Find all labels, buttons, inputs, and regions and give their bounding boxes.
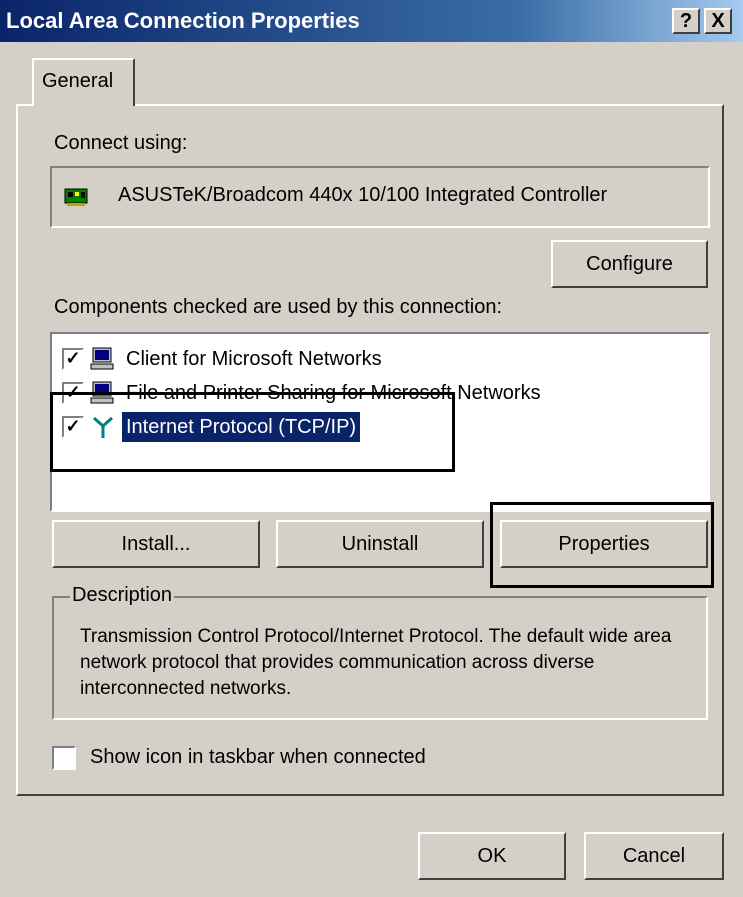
file-printer-label: File and Printer Sharing for Microsoft N… — [126, 382, 541, 404]
window-title: Local Area Connection Properties — [6, 8, 360, 33]
close-button[interactable]: X — [704, 8, 732, 34]
description-text: Transmission Control Protocol/Internet P… — [80, 626, 672, 699]
show-icon-checkbox[interactable] — [52, 746, 76, 770]
properties-button[interactable]: Properties — [500, 520, 708, 568]
components-label: Components checked are used by this conn… — [54, 296, 503, 318]
ok-button[interactable]: OK — [418, 832, 566, 880]
configure-button[interactable]: Configure — [551, 240, 708, 288]
show-icon-label: Show icon in taskbar when connected — [90, 746, 426, 768]
install-button[interactable]: Install... — [52, 520, 260, 568]
tab-general[interactable]: General — [32, 58, 135, 106]
file-printer-sharing-icon — [90, 380, 116, 406]
connect-using-label: Connect using: — [54, 132, 188, 154]
adapter-name: ASUSTeK/Broadcom 440x 10/100 Integrated … — [118, 184, 608, 206]
title-bar[interactable]: Local Area Connection Properties ? X — [0, 0, 743, 42]
cancel-button[interactable]: Cancel — [584, 832, 724, 880]
dialog-window: Local Area Connection Properties ? X Gen… — [0, 0, 743, 897]
tcpip-checkbox[interactable]: ✓ — [62, 416, 84, 438]
protocol-icon — [90, 414, 116, 440]
tcpip-label: Internet Protocol (TCP/IP) — [122, 412, 361, 442]
client-label: Client for Microsoft Networks — [126, 348, 382, 370]
file-printer-checkbox[interactable]: ✓ — [62, 382, 84, 404]
help-button[interactable]: ? — [672, 8, 700, 34]
network-client-icon — [90, 346, 116, 372]
adapter-field: ASUSTeK/Broadcom 440x 10/100 Integrated … — [50, 166, 710, 228]
components-list[interactable]: ✓ Client for Microsoft Networks ✓ File a… — [50, 332, 710, 512]
description-legend: Description — [70, 584, 175, 607]
tab-general-label: General — [42, 70, 114, 92]
client-checkbox[interactable]: ✓ — [62, 348, 84, 370]
network-card-icon — [64, 184, 90, 210]
uninstall-button[interactable]: Uninstall — [276, 520, 484, 568]
